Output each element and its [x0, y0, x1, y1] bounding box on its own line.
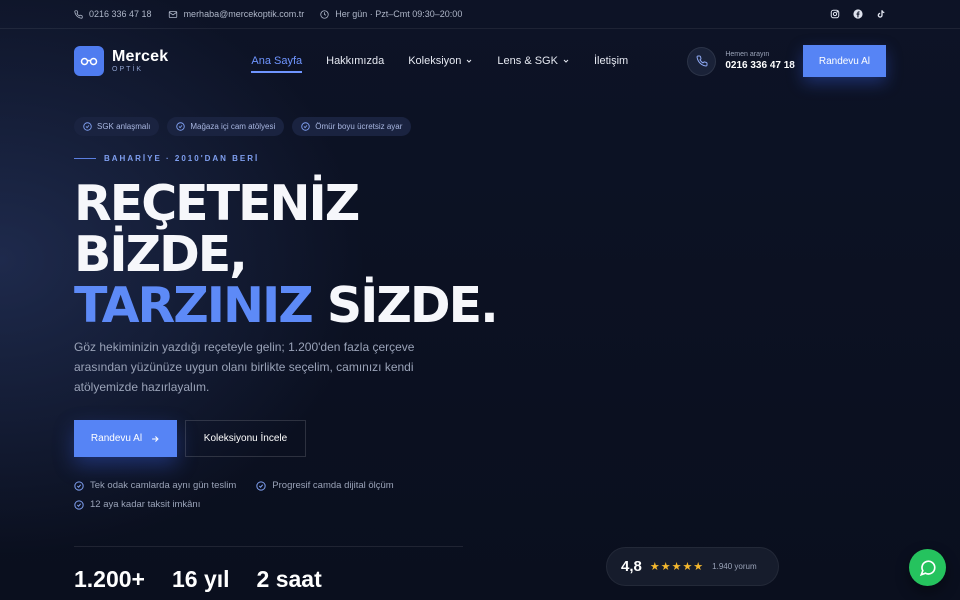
clock-icon [320, 9, 329, 19]
hero-eyebrow: BAHARİYE · 2010'DAN BERİ [74, 154, 259, 163]
social-links [829, 9, 886, 20]
brand-sub: OPTİK [112, 66, 144, 73]
feature-item: Tek odak camlarda aynı gün teslim [74, 480, 236, 491]
feature-label: 12 aya kadar taksit imkânı [90, 499, 201, 510]
brand-name: Mercek [112, 48, 169, 65]
stat-hours: 2 saat [256, 566, 322, 592]
rating-score: 4,8 [621, 558, 642, 575]
eyebrow-text: BAHARİYE · 2010'DAN BERİ [104, 154, 260, 163]
badge-workshop: Mağaza içi cam atölyesi [167, 117, 285, 136]
phone-icon [687, 46, 717, 76]
trust-badges: SGK anlaşmalı Mağaza içi cam atölyesi Öm… [74, 117, 412, 136]
star-rating-icon: ★★★★★ [649, 561, 705, 573]
check-circle-icon [83, 122, 92, 131]
chevron-down-icon [563, 59, 569, 63]
topbar-phone-text: 0216 336 47 18 [89, 9, 152, 19]
mail-icon [168, 10, 177, 18]
check-circle-icon [176, 122, 186, 131]
arrow-right-icon [152, 435, 159, 442]
headline-line-1: REÇETENİZ [74, 175, 360, 232]
nav-item-about[interactable]: Hakkımızda [326, 55, 384, 67]
check-circle-icon [74, 499, 84, 510]
main-header: Mercek OPTİK Ana Sayfa Hakkımızda Koleks… [0, 29, 960, 93]
whatsapp-chat-button[interactable] [909, 549, 946, 586]
topbar-phone[interactable]: 0216 336 47 18 [74, 9, 152, 19]
nav-item-label: İletişim [593, 55, 629, 67]
topbar-hours: Her gün · Pzt–Cmt 09:30–20:00 [320, 9, 462, 19]
call-label: Hemen arayın [725, 51, 770, 58]
hero-appointment-label: Randevu Al [90, 433, 143, 444]
stat-frames: 1.200+ [74, 566, 145, 592]
feature-item: Progresif camda dijital ölçüm [256, 480, 394, 491]
check-circle-icon [256, 480, 266, 491]
feature-label: Tek odak camlarda aynı gün teslim [90, 480, 237, 491]
facebook-icon[interactable] [852, 9, 863, 20]
nav-item-contact[interactable]: İletişim [594, 55, 628, 67]
brand-logo[interactable]: Mercek OPTİK [74, 46, 168, 76]
check-circle-icon [74, 480, 84, 491]
topbar-hours-text: Her gün · Pzt–Cmt 09:30–20:00 [335, 9, 463, 19]
main-nav: Ana Sayfa Hakkımızda Koleksiyon Lens & S… [251, 55, 628, 73]
hero-lead: Göz hekiminizin yazdığı reçeteyle gelin;… [74, 340, 415, 394]
nav-item-lens-sgk[interactable]: Lens & SGK [497, 55, 570, 67]
check-circle-icon [301, 122, 310, 131]
nav-item-label: Ana Sayfa [251, 55, 303, 67]
rating-badge: 4,8 ★★★★★ 1.940 yorum [606, 547, 779, 586]
topbar-email-text: merhaba@mercekoptik.com.tr [183, 9, 305, 19]
header-appointment-button[interactable]: Randevu Al [802, 45, 886, 77]
hero-stats: 1.200+ 16 yıl 2 saat [74, 566, 322, 593]
headline-rest: SİZDE. [311, 277, 499, 334]
badge-adjustment: Ömür boyu ücretsiz ayar [292, 117, 412, 136]
nav-item-label: Koleksiyon [408, 55, 462, 67]
nav-item-label: Hakkımızda [326, 55, 385, 67]
instagram-icon[interactable] [829, 9, 840, 20]
phone-icon [74, 9, 83, 19]
badge-label: SGK anlaşmalı [97, 122, 151, 131]
nav-item-label: Lens & SGK [497, 55, 558, 67]
glasses-icon [74, 46, 104, 76]
hero-features: Tek odak camlarda aynı gün teslim Progre… [74, 480, 454, 510]
hero-cta-group: Randevu Al Koleksiyonu İncele [74, 420, 306, 457]
stat-years: 16 yıl [172, 566, 230, 592]
chevron-down-icon [467, 59, 472, 63]
hero-divider [74, 546, 463, 547]
topbar-email[interactable]: merhaba@mercekoptik.com.tr [168, 9, 305, 19]
badge-sgk: SGK anlaşmalı [74, 117, 160, 136]
rating-count: 1.940 yorum [712, 562, 757, 571]
tiktok-icon[interactable] [875, 9, 886, 20]
feature-item: 12 aya kadar taksit imkânı [74, 499, 200, 510]
nav-item-home[interactable]: Ana Sayfa [251, 55, 303, 73]
nav-item-collection[interactable]: Koleksiyon [408, 55, 473, 67]
header-call[interactable]: Hemen arayın 0216 336 47 18 [687, 46, 795, 76]
badge-label: Mağaza içi cam atölyesi [190, 122, 276, 131]
hero-collection-button[interactable]: Koleksiyonu İncele [185, 420, 306, 457]
top-info-bar: 0216 336 47 18 merhaba@mercekoptik.com.t… [0, 0, 960, 29]
headline-line-3: TARZINIZ SİZDE. [74, 277, 499, 334]
chat-bubble-icon [919, 559, 936, 576]
call-number: 0216 336 47 18 [725, 60, 795, 71]
eyebrow-line [74, 158, 96, 159]
badge-label: Ömür boyu ücretsiz ayar [315, 122, 403, 131]
headline-line-2: BİZDE, [74, 226, 248, 283]
headline-accent: TARZINIZ [74, 277, 314, 334]
hero-appointment-button[interactable]: Randevu Al [74, 420, 177, 457]
feature-label: Progresif camda dijital ölçüm [272, 480, 394, 491]
hero-headline: REÇETENİZ BİZDE, TARZINIZ SİZDE. [74, 175, 499, 334]
